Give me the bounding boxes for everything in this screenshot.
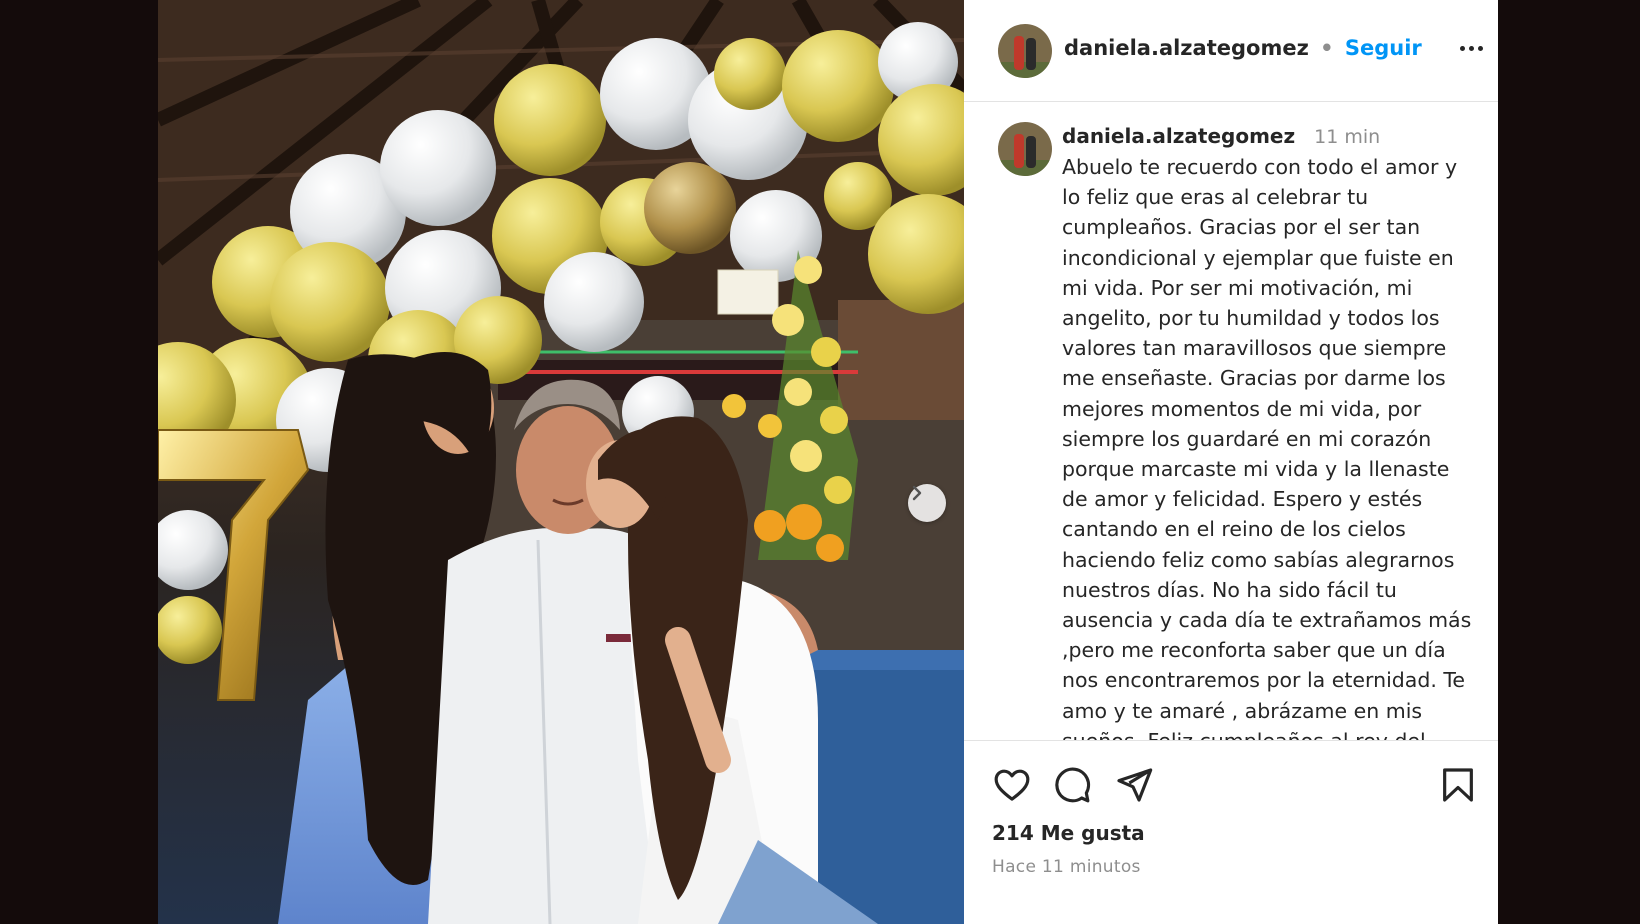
caption-header: daniela.alzategomez 11 min — [1062, 124, 1380, 148]
post-photo — [158, 0, 964, 924]
more-options-button[interactable] — [1456, 38, 1486, 58]
avatar[interactable] — [998, 24, 1052, 78]
bookmark-icon — [1443, 768, 1473, 802]
post-side-panel: daniela.alzategomez • Seguir daniela.alz… — [964, 0, 1498, 924]
caption-timestamp[interactable]: 11 min — [1314, 126, 1380, 148]
caption-avatar[interactable] — [998, 122, 1052, 176]
more-icon — [1459, 45, 1465, 51]
like-button[interactable] — [990, 763, 1034, 807]
chevron-right-icon — [912, 485, 922, 501]
caption-text: Abuelo te recuerdo con todo el amor y lo… — [1062, 155, 1472, 740]
post-header-user: daniela.alzategomez • Seguir — [1064, 36, 1422, 60]
instagram-post: daniela.alzategomez • Seguir daniela.alz… — [158, 0, 1498, 924]
caption-username-link[interactable]: daniela.alzategomez — [1062, 124, 1295, 148]
photo-illustration — [158, 0, 964, 924]
separator-dot: • — [1320, 36, 1334, 60]
page-background: daniela.alzategomez • Seguir daniela.alz… — [0, 0, 1640, 924]
post-time-ago: Hace 11 minutos — [992, 857, 1141, 877]
heart-icon — [994, 769, 1030, 801]
post-actions: 214 Me gusta Hace 11 minutos — [964, 740, 1498, 924]
username-link[interactable]: daniela.alzategomez — [1064, 36, 1309, 60]
save-button[interactable] — [1436, 763, 1480, 807]
send-icon — [1117, 768, 1153, 802]
share-button[interactable] — [1112, 763, 1156, 807]
next-photo-button[interactable] — [908, 484, 946, 522]
caption-area[interactable]: daniela.alzategomez 11 min Abuelo te rec… — [964, 102, 1498, 740]
comment-button[interactable] — [1050, 763, 1094, 807]
post-header: daniela.alzategomez • Seguir — [964, 0, 1498, 102]
comment-icon — [1055, 767, 1091, 803]
likes-count[interactable]: 214 Me gusta — [992, 821, 1145, 845]
follow-button[interactable]: Seguir — [1345, 36, 1422, 60]
